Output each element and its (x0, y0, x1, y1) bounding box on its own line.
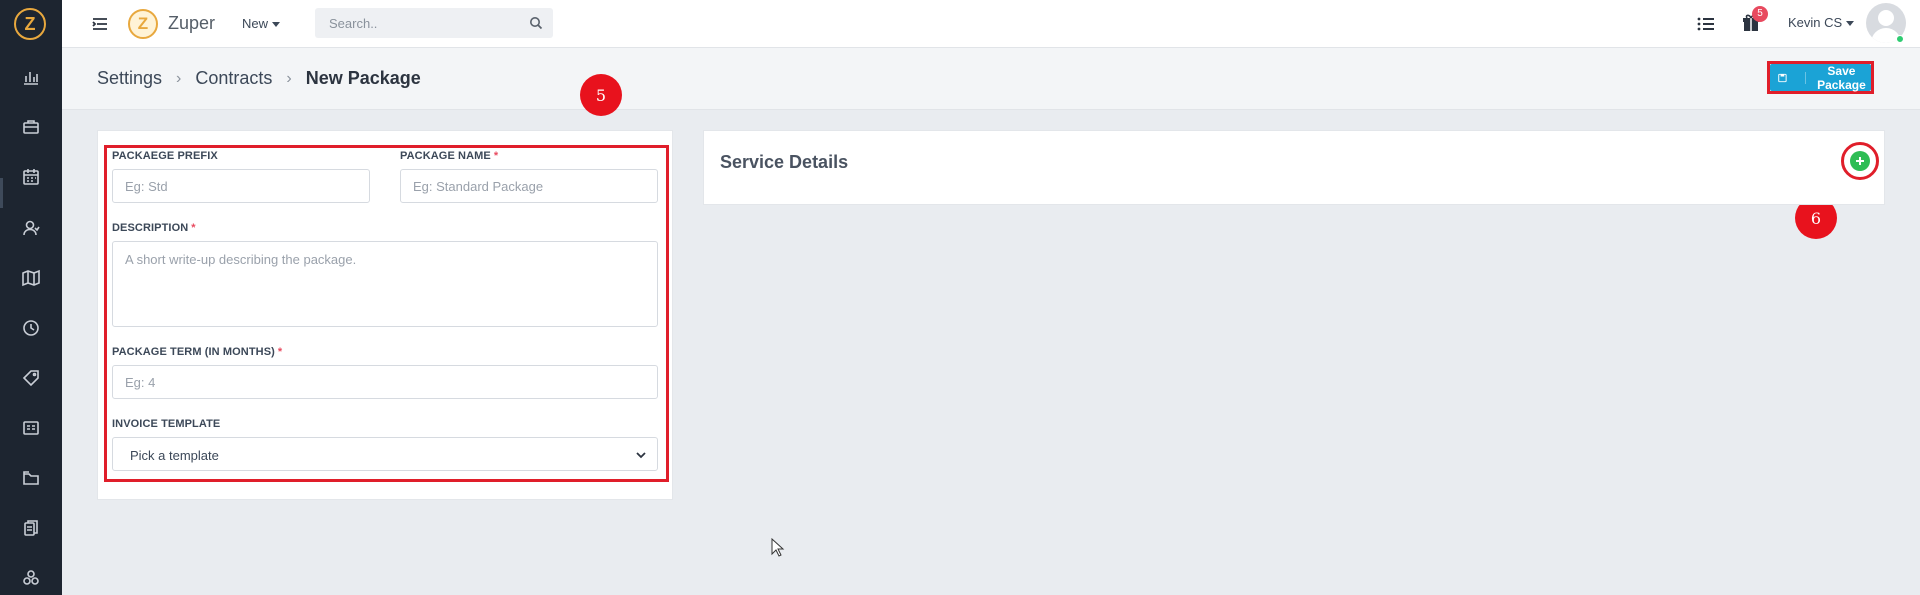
page-title: New Package (305, 68, 421, 88)
save-package-button[interactable]: Save Package (1770, 63, 1871, 92)
prefix-input[interactable] (112, 169, 370, 203)
app-logo[interactable]: Z (14, 8, 46, 40)
notification-badge: 5 (1752, 6, 1768, 22)
service-details-title: Service Details (720, 152, 849, 172)
chevron-down-icon (636, 452, 646, 459)
add-service-button[interactable] (1850, 151, 1870, 171)
step-marker-5: 5 (580, 74, 622, 116)
description-textarea[interactable] (112, 241, 658, 327)
online-status-dot (1896, 35, 1904, 43)
required-mark: * (191, 222, 196, 234)
package-name-label: PACKAGE NAME * (400, 150, 499, 162)
description-label: DESCRIPTION * (112, 222, 196, 234)
left-sidebar: Z (0, 0, 62, 595)
search-box (315, 8, 553, 38)
invoice-template-value: Pick a template (130, 448, 219, 463)
floppy-disk-icon (1778, 71, 1806, 84)
calendar-icon[interactable] (20, 166, 42, 188)
user-menu[interactable]: Kevin CS (1788, 15, 1855, 30)
documents-icon[interactable] (20, 517, 42, 539)
active-indicator (0, 178, 3, 208)
users-icon[interactable] (20, 217, 42, 239)
breadcrumb-settings[interactable]: Settings (97, 68, 162, 89)
prefix-label: PACKAEGE PREFIX (112, 150, 218, 162)
breadcrumb-contracts[interactable]: Contracts (195, 68, 272, 89)
mouse-cursor-icon (771, 538, 785, 557)
map-icon[interactable] (20, 267, 42, 289)
briefcase-icon[interactable] (20, 116, 42, 138)
service-details-card: Service Details (703, 130, 1885, 205)
new-dropdown[interactable]: New (242, 16, 281, 31)
brand-logo[interactable]: Z (128, 9, 158, 39)
folder-icon[interactable] (20, 467, 42, 489)
term-input[interactable] (112, 365, 658, 399)
invoice-template-select[interactable]: Pick a template (112, 437, 658, 471)
breadcrumb-separator: › (286, 69, 292, 87)
required-mark: * (277, 346, 283, 358)
breadcrumb: Settings › Contracts › New Package (97, 68, 421, 89)
clock-icon[interactable] (20, 317, 42, 339)
list-view-icon[interactable] (1696, 14, 1716, 34)
caret-down-icon (1846, 21, 1855, 27)
save-package-label: Save Package (1817, 63, 1866, 92)
breadcrumb-separator: › (176, 69, 182, 87)
user-name: Kevin CS (1788, 15, 1843, 30)
required-mark: * (493, 150, 499, 162)
new-dropdown-label: New (242, 16, 269, 31)
invoice-template-label: INVOICE TEMPLATE (112, 418, 221, 430)
menu-toggle-icon[interactable] (90, 14, 110, 34)
invoice-icon[interactable] (20, 417, 42, 439)
tag-icon[interactable] (20, 367, 42, 389)
brand-name[interactable]: Zuper (168, 13, 215, 34)
search-input[interactable] (315, 8, 525, 38)
cubes-icon[interactable] (20, 567, 42, 589)
avatar-head (1878, 10, 1894, 26)
plus-icon (1856, 157, 1864, 165)
search-icon[interactable] (529, 16, 543, 30)
caret-down-icon (272, 22, 281, 28)
bar-chart-icon[interactable] (20, 66, 42, 88)
package-name-input[interactable] (400, 169, 658, 203)
term-label: PACKAGE TERM (IN MONTHS) * (112, 346, 283, 358)
page-header: Settings › Contracts › New Package (62, 48, 1920, 110)
